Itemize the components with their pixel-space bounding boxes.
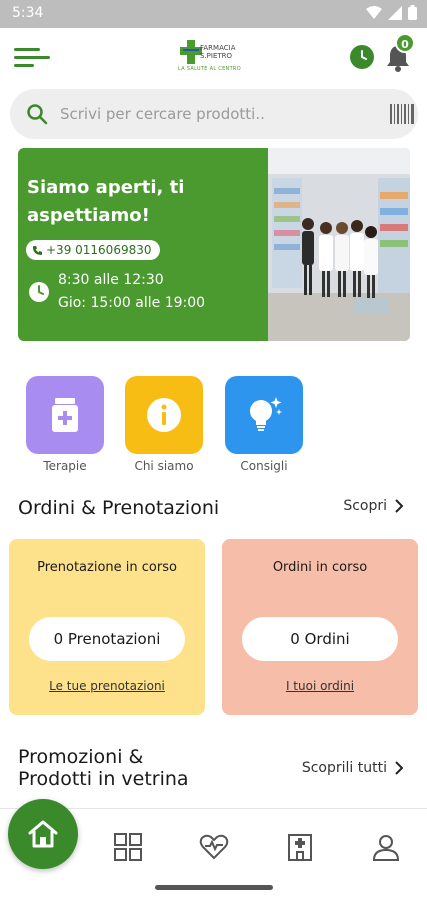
phone-chip[interactable]: +39 0116069830 — [26, 240, 160, 260]
medicine-bottle-icon — [52, 398, 78, 432]
status-time: 5:34 — [12, 5, 44, 21]
nav-health-button[interactable] — [197, 832, 231, 862]
search-icon — [27, 104, 48, 125]
home-icon — [28, 820, 58, 848]
category-consigli[interactable]: Consigli — [225, 376, 303, 473]
search-input[interactable] — [60, 99, 360, 129]
category-label: Consigli — [240, 459, 288, 473]
category-label: Chi siamo — [134, 459, 194, 473]
app-bar: FARMACIA S.PIETRO LA SALUTE AL CENTRO 0 — [0, 28, 427, 86]
orders-discover-link[interactable]: Scopri — [343, 498, 403, 514]
menu-button[interactable] — [14, 46, 50, 70]
nav-home-button[interactable] — [8, 799, 78, 869]
category-label: Terapie — [43, 459, 87, 473]
banner-headline: Siamo aperti, ti aspettiamo! — [27, 177, 185, 226]
pharmacy-staff-photo — [268, 148, 410, 341]
bookings-count: 0 Prenotazioni — [29, 617, 185, 661]
logo-tagline: LA SALUTE AL CENTRO — [178, 66, 241, 72]
info-icon — [147, 398, 181, 432]
category-tile-consigli[interactable] — [225, 376, 303, 454]
hours-line-1: 8:30 alle 12:30 — [58, 272, 164, 288]
gesture-home-indicator — [155, 885, 273, 890]
search-bar[interactable] — [10, 89, 418, 139]
nav-pharmacy-button[interactable] — [283, 832, 317, 862]
orders-section-title: Ordini & Prenotazioni — [18, 497, 220, 519]
battery-icon — [408, 5, 417, 20]
nav-catalog-button[interactable] — [111, 832, 145, 862]
barcode-scanner-icon[interactable] — [390, 104, 414, 124]
opening-hours: 8:30 alle 12:30 Gio: 15:00 alle 19:00 — [58, 269, 205, 315]
category-tile-terapie[interactable] — [26, 376, 104, 454]
logo-name: FARMACIA S.PIETRO — [200, 44, 236, 60]
category-tile-chi-siamo[interactable] — [125, 376, 203, 454]
orders-count: 0 Ordini — [242, 617, 398, 661]
system-icons — [366, 5, 417, 20]
my-orders-link[interactable]: I tuoi ordini — [222, 679, 418, 693]
bookings-card-title: Prenotazione in corso — [37, 560, 177, 575]
promo-see-all-link[interactable]: Scoprili tutti — [302, 760, 403, 776]
orders-card[interactable]: Ordini in corso 0 Ordini I tuoi ordini — [222, 539, 418, 715]
category-chi-siamo[interactable]: Chi siamo — [125, 376, 203, 473]
opening-banner[interactable]: Siamo aperti, ti aspettiamo! +39 0116069… — [18, 148, 410, 341]
grid-icon — [114, 833, 142, 861]
clock-icon — [29, 282, 49, 302]
nav-profile-button[interactable] — [369, 832, 403, 862]
status-bar: 5:34 — [0, 0, 427, 28]
chevron-right-icon — [395, 499, 403, 513]
phone-number: +39 0116069830 — [46, 243, 152, 257]
clock-icon — [361, 50, 367, 60]
my-bookings-link[interactable]: Le tue prenotazioni — [9, 679, 205, 693]
hours-line-2: Gio: 15:00 alle 19:00 — [58, 295, 206, 311]
heart-pulse-icon — [199, 834, 229, 860]
category-terapie[interactable]: Terapie — [26, 376, 104, 473]
green-cross-icon — [180, 40, 202, 64]
user-icon — [372, 835, 400, 861]
orders-card-title: Ordini in corso — [272, 560, 368, 575]
bookings-card[interactable]: Prenotazione in corso 0 Prenotazioni Le … — [9, 539, 205, 715]
pharmacy-logo: FARMACIA S.PIETRO LA SALUTE AL CENTRO — [178, 38, 250, 76]
wifi-icon — [366, 5, 382, 19]
menu-icon — [14, 48, 50, 67]
chevron-right-icon — [395, 761, 403, 775]
opening-hours-button[interactable] — [350, 45, 374, 69]
notification-badge: 0 — [395, 33, 415, 53]
promo-section-title: Promozioni & Prodotti in vetrina — [18, 746, 189, 790]
lightbulb-icon — [250, 397, 282, 431]
phone-icon — [33, 245, 42, 255]
signal-icon — [388, 5, 402, 20]
building-icon — [288, 834, 312, 861]
